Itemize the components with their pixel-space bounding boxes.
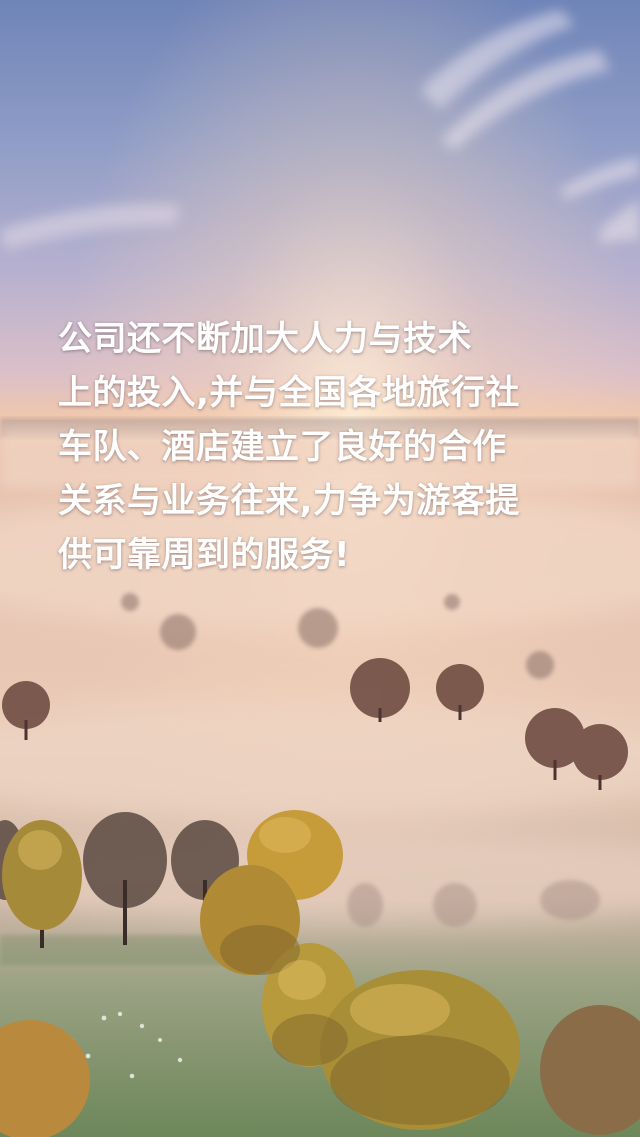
caption-line: 车队、酒店建立了良好的合作 bbox=[58, 427, 507, 467]
caption-line: 供可靠周到的服务! bbox=[58, 535, 351, 575]
background-photo: 公司还不断加大人力与技术 上的投入,并与全国各地旅行社 车队、酒店建立了良好的合… bbox=[0, 0, 640, 1137]
caption-line: 上的投入,并与全国各地旅行社 bbox=[58, 373, 520, 413]
caption-line: 关系与业务往来,力争为游客提 bbox=[58, 481, 520, 521]
caption-line: 公司还不断加大人力与技术 bbox=[58, 319, 472, 359]
caption-text: 公司还不断加大人力与技术 上的投入,并与全国各地旅行社 车队、酒店建立了良好的合… bbox=[58, 312, 618, 582]
